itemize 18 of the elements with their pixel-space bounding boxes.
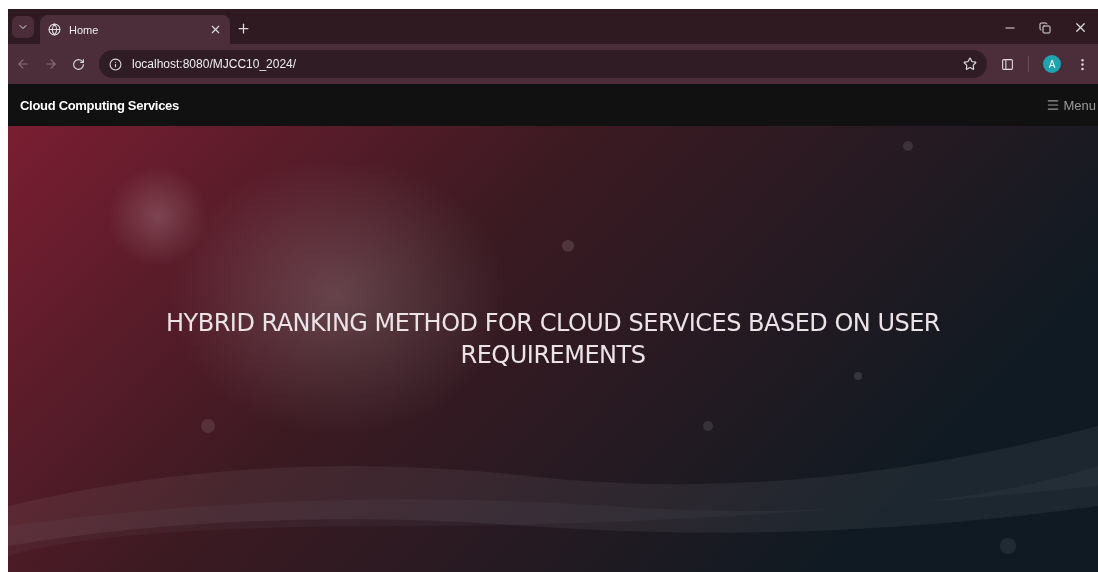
new-tab-icon[interactable] <box>236 21 251 36</box>
back-icon[interactable] <box>16 57 30 71</box>
info-icon <box>109 57 122 71</box>
forward-icon[interactable] <box>44 57 58 71</box>
close-icon[interactable] <box>209 23 222 36</box>
tab-list-button[interactable] <box>12 16 34 38</box>
address-field[interactable]: localhost:8080/MJCC10_2024/ <box>99 50 987 78</box>
menu-link[interactable]: Menu <box>1046 97 1098 113</box>
globe-icon <box>48 23 61 36</box>
side-panel-icon[interactable] <box>1001 57 1014 71</box>
site-brand[interactable]: Cloud Computing Services <box>20 97 179 113</box>
hero-title: HYBRID RANKING METHOD FOR CLOUD SERVICES BASED ON USER REQUIREMENTS <box>164 308 942 371</box>
menu-icon <box>1046 98 1061 112</box>
restore-icon[interactable] <box>1039 21 1051 34</box>
reload-icon[interactable] <box>72 57 85 71</box>
browser-tab[interactable]: Home <box>40 15 230 44</box>
close-window-icon[interactable] <box>1073 20 1088 35</box>
star-icon[interactable] <box>963 57 977 71</box>
